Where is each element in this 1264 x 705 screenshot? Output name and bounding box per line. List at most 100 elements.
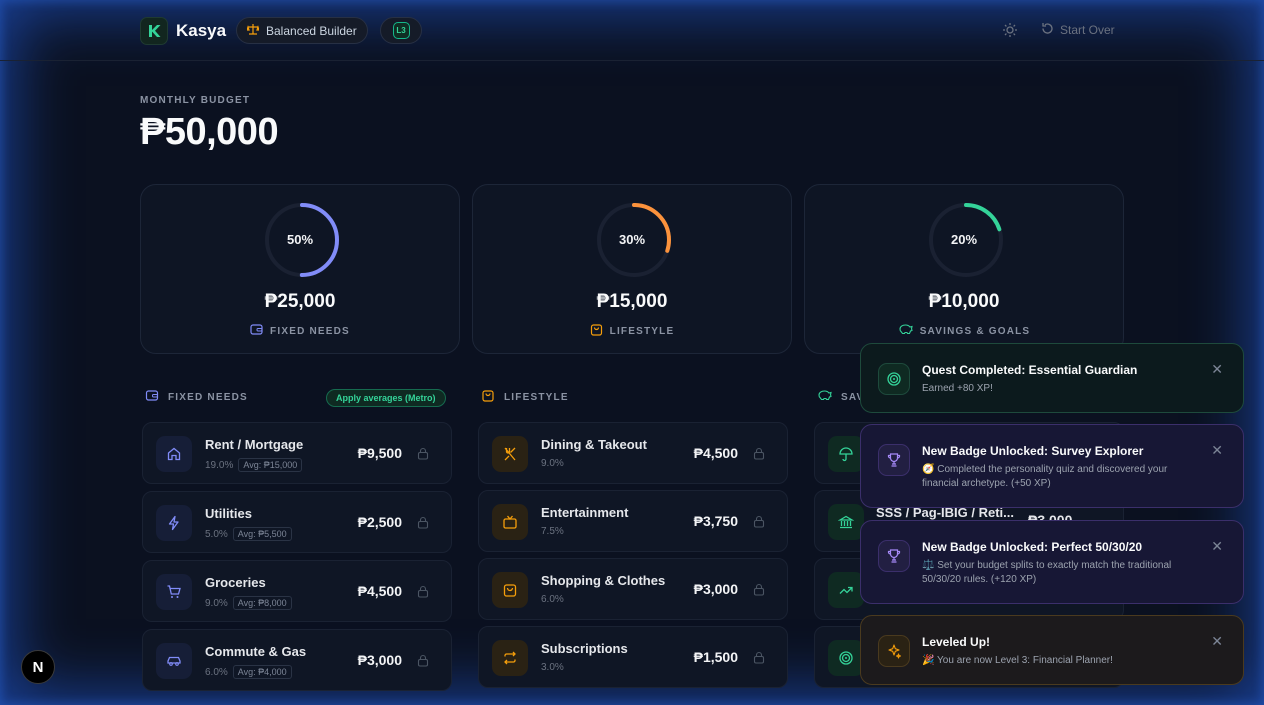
level-pill[interactable]: L3: [380, 17, 422, 44]
item-name: Dining & Takeout: [541, 437, 647, 452]
bank-icon: [828, 504, 864, 540]
lock-icon[interactable]: [753, 447, 765, 465]
toast-quest-completed[interactable]: Quest Completed: Essential Guardian Earn…: [860, 343, 1244, 413]
item-meta: 3.0%: [541, 662, 564, 673]
lock-icon[interactable]: [417, 654, 429, 672]
item-value[interactable]: ₱4,500: [694, 445, 738, 461]
start-over-label: Start Over: [1060, 23, 1115, 37]
split-card-lifestyle[interactable]: 30% ₱15,000 LIFESTYLE: [472, 184, 792, 354]
item-value[interactable]: ₱1,500: [694, 649, 738, 665]
repeat-icon: [492, 640, 528, 676]
tv-icon: [492, 504, 528, 540]
lock-icon[interactable]: [753, 515, 765, 533]
item-name: Rent / Mortgage: [205, 437, 304, 452]
bag-icon: [492, 572, 528, 608]
section-title: LIFESTYLE: [504, 391, 569, 403]
piggy-bank-icon: [898, 323, 913, 339]
item-meta: 19.0% Avg: ₱15,000: [205, 458, 303, 472]
split-percent: 30%: [618, 232, 646, 247]
toast-badge-survey-explorer[interactable]: New Badge Unlocked: Survey Explorer 🧭 Co…: [860, 424, 1244, 508]
item-meta: 9.0%: [541, 458, 564, 469]
item-percent: 6.0%: [541, 594, 564, 605]
toast-leveled-up[interactable]: Leveled Up! 🎉 You are now Level 3: Finan…: [860, 615, 1244, 685]
target-icon: [878, 363, 910, 395]
item-name: Subscriptions: [541, 641, 628, 656]
close-icon[interactable]: ✕: [1211, 442, 1223, 459]
item-meta: 6.0%: [541, 594, 564, 605]
trophy-icon: [878, 540, 910, 572]
shopping-bag-icon: [481, 389, 495, 405]
toast-badge-perfect-503020[interactable]: New Badge Unlocked: Perfect 50/30/20 ⚖️ …: [860, 520, 1244, 604]
shopping-bag-icon: [590, 323, 603, 339]
kasya-logo-icon: [149, 25, 161, 37]
monthly-budget-label: MONTHLY BUDGET: [140, 95, 251, 106]
split-card-needs[interactable]: 50% ₱25,000 FIXED NEEDS: [140, 184, 460, 354]
item-percent: 7.5%: [541, 526, 564, 537]
item-value[interactable]: ₱2,500: [358, 514, 402, 530]
item-average: Avg: ₱8,000: [232, 596, 292, 610]
fixed-item-row[interactable]: Commute & Gas 6.0% Avg: ₱4,000 ₱3,000: [142, 629, 452, 691]
close-icon[interactable]: ✕: [1211, 361, 1223, 378]
target-icon: [828, 640, 864, 676]
trending-up-icon: [828, 572, 864, 608]
item-name: Utilities: [205, 506, 252, 521]
theme-toggle-sun-icon[interactable]: [1002, 22, 1018, 43]
monthly-budget-amount[interactable]: ₱50,000: [140, 111, 279, 154]
close-icon[interactable]: ✕: [1211, 538, 1223, 555]
wallet-icon: [145, 389, 159, 405]
logo[interactable]: [140, 17, 168, 45]
top-header: Kasya Balanced Builder L3 Start Over: [0, 0, 1264, 61]
split-card-savings[interactable]: 20% ₱10,000 SAVINGS & GOALS: [804, 184, 1124, 354]
bolt-icon: [156, 505, 192, 541]
sparkles-icon: [878, 635, 910, 667]
split-label: FIXED NEEDS: [141, 323, 459, 339]
close-icon[interactable]: ✕: [1211, 633, 1223, 650]
item-percent: 3.0%: [541, 662, 564, 673]
lifestyle-item-row[interactable]: Entertainment 7.5% ₱3,750: [478, 490, 788, 552]
apply-averages-button[interactable]: Apply averages (Metro): [326, 389, 446, 407]
toast-title: Leveled Up!: [922, 635, 991, 649]
item-meta: 7.5%: [541, 526, 564, 537]
fixed-item-row[interactable]: Utilities 5.0% Avg: ₱5,500 ₱2,500: [142, 491, 452, 553]
lifestyle-item-row[interactable]: Shopping & Clothes 6.0% ₱3,000: [478, 558, 788, 620]
dev-indicator-button[interactable]: N: [21, 650, 55, 684]
split-label-text: FIXED NEEDS: [270, 325, 350, 337]
item-value[interactable]: ₱4,500: [358, 583, 402, 599]
item-name: Commute & Gas: [205, 644, 307, 659]
trophy-icon: [878, 444, 910, 476]
lifestyle-item-row[interactable]: Dining & Takeout 9.0% ₱4,500: [478, 422, 788, 484]
section-header-lifestyle: LIFESTYLE: [481, 389, 569, 405]
item-value[interactable]: ₱3,000: [694, 581, 738, 597]
item-name: Entertainment: [541, 505, 629, 520]
lock-icon[interactable]: [417, 447, 429, 465]
split-label-text: LIFESTYLE: [609, 325, 675, 337]
lifestyle-item-row[interactable]: Subscriptions 3.0% ₱1,500: [478, 626, 788, 688]
split-amount: ₱10,000: [928, 291, 1000, 312]
item-value[interactable]: ₱3,000: [358, 652, 402, 668]
level-badge: L3: [392, 22, 410, 39]
lock-icon[interactable]: [417, 585, 429, 603]
section-header-fixed-needs: FIXED NEEDS: [145, 389, 248, 405]
archetype-pill[interactable]: Balanced Builder: [236, 17, 368, 44]
lock-icon[interactable]: [753, 651, 765, 669]
archetype-label: Balanced Builder: [266, 23, 357, 38]
toast-title: Quest Completed: Essential Guardian: [922, 363, 1138, 377]
lock-icon[interactable]: [417, 516, 429, 534]
lock-icon[interactable]: [753, 583, 765, 601]
toast-title: New Badge Unlocked: Survey Explorer: [922, 444, 1144, 458]
fixed-item-row[interactable]: Rent / Mortgage 19.0% Avg: ₱15,000 ₱9,500: [142, 422, 452, 484]
section-title: FIXED NEEDS: [168, 391, 248, 403]
wallet-icon: [250, 323, 263, 339]
car-icon: [156, 643, 192, 679]
item-value[interactable]: ₱3,750: [694, 513, 738, 529]
app-frame: Kasya Balanced Builder L3 Start Over MON…: [0, 0, 1264, 705]
item-percent: 5.0%: [205, 528, 228, 540]
start-over-button[interactable]: Start Over: [1041, 22, 1115, 38]
rotate-icon: [1041, 22, 1054, 38]
split-label: LIFESTYLE: [473, 323, 791, 339]
fixed-item-row[interactable]: Groceries 9.0% Avg: ₱8,000 ₱4,500: [142, 560, 452, 622]
item-value[interactable]: ₱9,500: [358, 445, 402, 461]
item-average: Avg: ₱15,000: [238, 458, 303, 472]
item-percent: 9.0%: [541, 458, 564, 469]
item-percent: 9.0%: [205, 597, 228, 609]
